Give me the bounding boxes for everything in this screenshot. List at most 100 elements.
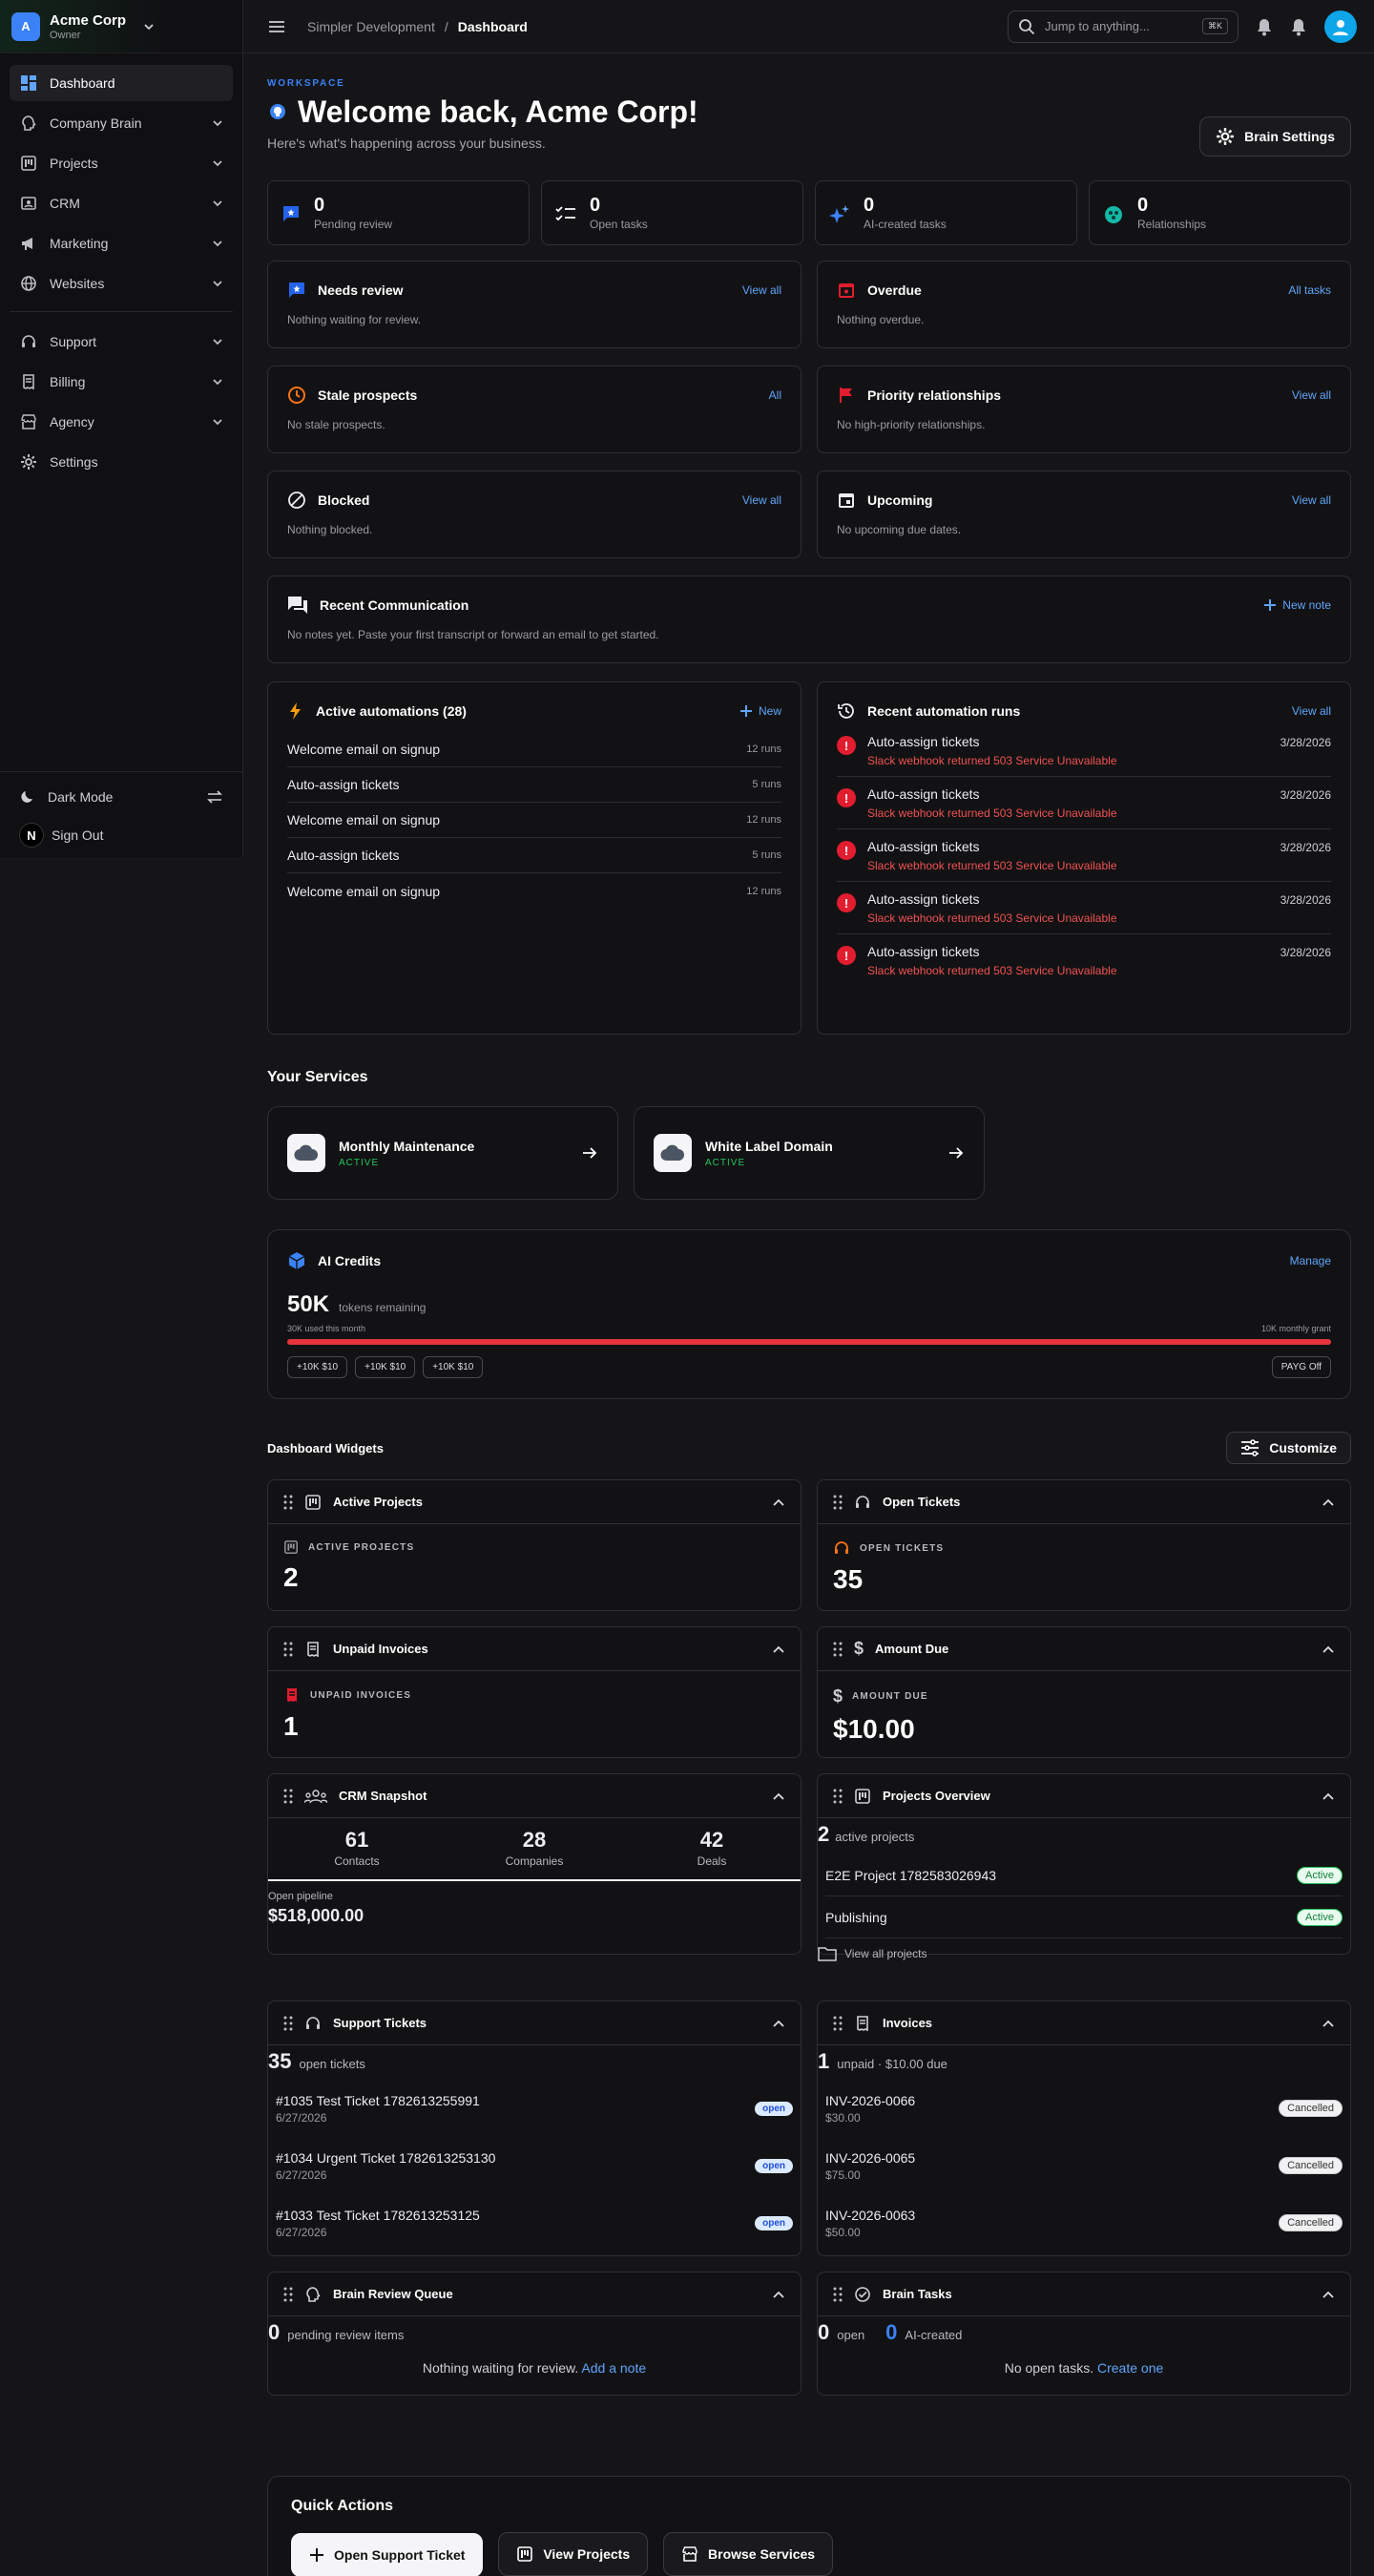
dark-mode-toggle[interactable]: Dark Mode [10,778,233,816]
review-chat-icon [281,204,301,223]
drag-handle-icon[interactable] [283,2287,293,2302]
sidebar-item-settings[interactable]: Settings [10,444,233,480]
collapse-icon[interactable] [772,2290,785,2299]
panel-title: Needs review [318,283,404,298]
browse-services-button[interactable]: Browse Services [663,2532,834,2576]
drag-handle-icon[interactable] [283,1495,293,1510]
stat-ai-created-tasks[interactable]: 0 AI-created tasks [815,180,1077,245]
collapse-icon[interactable] [1322,2019,1335,2028]
stat-relationships[interactable]: 0 Relationships [1089,180,1351,245]
drag-handle-icon[interactable] [833,1495,843,1510]
automation-row[interactable]: Welcome email on signup 12 runs [287,732,781,767]
view-all-projects-link[interactable]: View all projects [818,1938,1350,1961]
project-row[interactable]: E2E Project 1782583026943 Active [825,1854,1343,1896]
cube-icon [287,1251,306,1270]
buy-credits-button[interactable]: +10K $10 [287,1356,348,1378]
new-automation-button[interactable]: New [739,704,781,718]
breadcrumb-parent[interactable]: Simpler Development [307,19,435,34]
search-input[interactable]: Jump to anything... ⌘K [1008,10,1239,43]
invoice-row[interactable]: INV-2026-0065 $75.00 Cancelled [825,2137,1343,2194]
collapse-icon[interactable] [772,1644,785,1654]
buy-credits-button[interactable]: +10K $10 [355,1356,416,1378]
org-switcher[interactable]: A Acme Corp Owner [0,0,242,53]
stat-pending-review[interactable]: 0 Pending review [267,180,530,245]
user-avatar[interactable] [1324,10,1357,43]
checklist-icon [555,204,576,223]
collapse-icon[interactable] [772,1791,785,1801]
run-row[interactable]: ! Auto-assign tickets Slack webhook return… [837,882,1331,934]
run-row[interactable]: ! Auto-assign tickets Slack webhook return… [837,724,1331,777]
buy-credits-button[interactable]: +10K $10 [423,1356,484,1378]
ticket-row[interactable]: #1034 Urgent Ticket 1782613253130 6/27/20… [276,2137,793,2194]
collapse-icon[interactable] [772,1497,785,1507]
collapse-icon[interactable] [1322,1791,1335,1801]
sidebar-item-crm[interactable]: CRM [10,185,233,221]
stat-open-tasks[interactable]: 0 Open tasks [541,180,803,245]
view-projects-button[interactable]: View Projects [498,2532,649,2576]
automation-row[interactable]: Welcome email on signup 12 runs [287,873,781,909]
new-note-label: New note [1282,598,1331,612]
view-all-link[interactable]: View all [742,283,781,297]
ticket-title: #1035 Test Ticket 1782613255991 [276,2092,480,2108]
payg-toggle[interactable]: PAYG Off [1271,1356,1331,1378]
drag-handle-icon[interactable] [283,1789,293,1804]
view-all-link[interactable]: View all [742,493,781,507]
invoice-row[interactable]: INV-2026-0066 $30.00 Cancelled [825,2080,1343,2137]
manage-link[interactable]: Manage [1290,1254,1331,1267]
ticket-row[interactable]: #1033 Test Ticket 1782613253125 6/27/2026… [276,2194,793,2251]
chevron-down-icon [212,336,223,347]
automation-row[interactable]: Auto-assign tickets 5 runs [287,767,781,803]
invoice-row[interactable]: INV-2026-0063 $50.00 Cancelled [825,2194,1343,2251]
sidebar-item-websites[interactable]: Websites [10,265,233,302]
drag-handle-icon[interactable] [833,1789,843,1804]
automation-row[interactable]: Auto-assign tickets 5 runs [287,838,781,873]
sign-out-button[interactable]: N Sign Out [10,816,233,854]
view-all-link[interactable]: View all [1292,388,1331,402]
drag-handle-icon[interactable] [833,1642,843,1657]
drag-handle-icon[interactable] [283,1642,293,1657]
brain-settings-button[interactable]: Brain Settings [1199,116,1351,157]
menu-icon[interactable] [267,19,286,34]
run-row[interactable]: ! Auto-assign tickets Slack webhook return… [837,777,1331,829]
drag-handle-icon[interactable] [833,2287,843,2302]
contacts-icon [19,194,38,213]
drag-handle-icon[interactable] [283,2016,293,2031]
sidebar-item-label: Company Brain [50,115,142,131]
collapse-icon[interactable] [1322,1497,1335,1507]
project-row[interactable]: Publishing Active [825,1896,1343,1938]
all-tasks-link[interactable]: All tasks [1288,283,1331,297]
service-card-monthly-maintenance[interactable]: Monthly Maintenance ACTIVE [267,1106,618,1200]
widgets-title: Dashboard Widgets [267,1441,384,1456]
sidebar-item-support[interactable]: Support [10,324,233,360]
create-task-link[interactable]: Create one [1097,2360,1163,2376]
run-row[interactable]: ! Auto-assign tickets Slack webhook return… [837,934,1331,986]
drag-handle-icon[interactable] [833,2016,843,2031]
sidebar-item-billing[interactable]: Billing [10,364,233,400]
collapse-icon[interactable] [772,2019,785,2028]
sidebar-item-marketing[interactable]: Marketing [10,225,233,262]
sidebar-item-dashboard[interactable]: Dashboard [10,65,233,101]
crm-contacts[interactable]: 61 Contacts [268,1828,446,1868]
sidebar-item-projects[interactable]: Projects [10,145,233,181]
run-row[interactable]: ! Auto-assign tickets Slack webhook return… [837,829,1331,882]
automation-row[interactable]: Welcome email on signup 12 runs [287,803,781,838]
collapse-icon[interactable] [1322,2290,1335,2299]
open-support-ticket-button[interactable]: Open Support Ticket [291,2533,484,2576]
bell-icon[interactable] [1256,17,1273,36]
new-note-button[interactable]: New note [1263,598,1331,612]
notifications-bell-icon[interactable] [1290,17,1307,36]
sidebar-item-company-brain[interactable]: Company Brain [10,105,233,141]
overdue-panel: Overdue All tasks Nothing overdue. [817,261,1351,348]
view-all-link[interactable]: View all [1292,493,1331,507]
service-card-white-label-domain[interactable]: White Label Domain ACTIVE [634,1106,985,1200]
customize-button[interactable]: Customize [1226,1432,1351,1464]
ticket-row[interactable]: #1035 Test Ticket 1782613255991 6/27/2026… [276,2080,793,2137]
sidebar-item-agency[interactable]: Agency [10,404,233,440]
collapse-icon[interactable] [1322,1644,1335,1654]
crm-companies[interactable]: 28 Companies [446,1828,623,1868]
crm-deals[interactable]: 42 Deals [623,1828,801,1868]
all-link[interactable]: All [769,388,781,402]
view-all-link[interactable]: View all [1292,704,1331,718]
add-note-link[interactable]: Add a note [581,2360,646,2376]
service-status: ACTIVE [705,1157,746,1168]
